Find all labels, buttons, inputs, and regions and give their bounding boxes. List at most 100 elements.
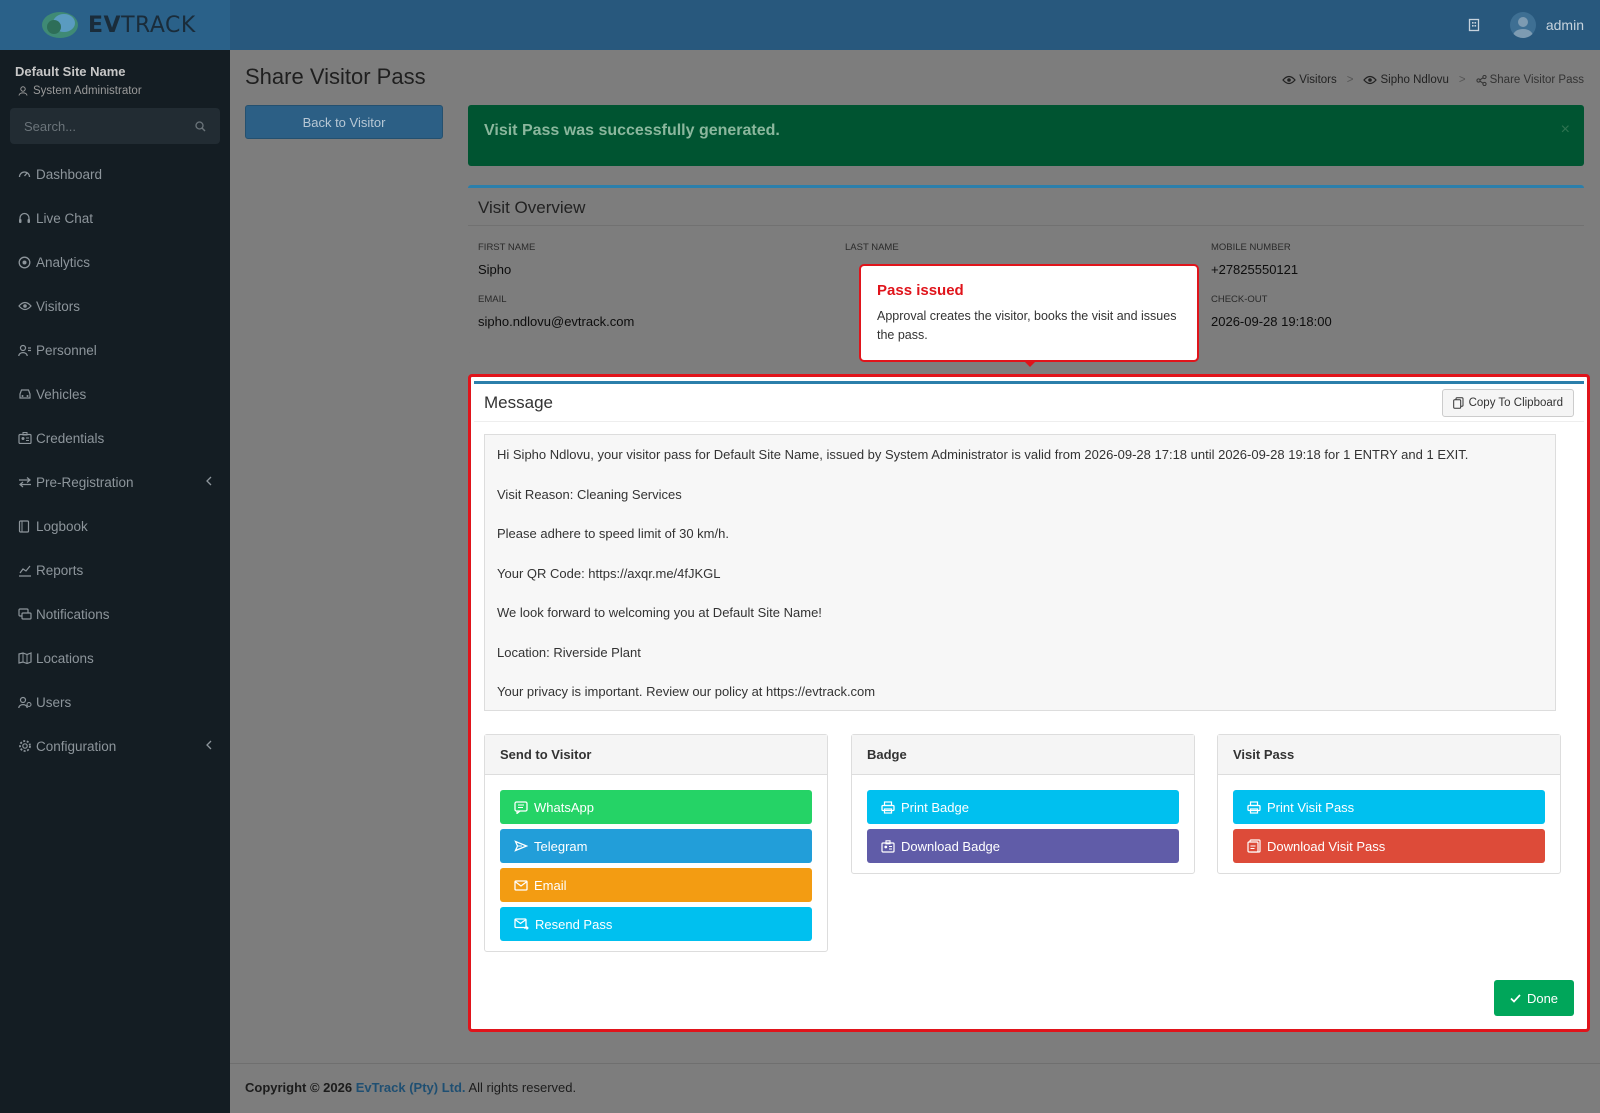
card-title: Visit Pass <box>1218 735 1560 775</box>
message-line: We look forward to welcoming you at Defa… <box>497 605 822 620</box>
check-icon <box>1510 993 1521 1003</box>
alert-message: Visit Pass was successfully generated. <box>484 122 780 139</box>
sidebar-item-label: Personnel <box>36 342 97 358</box>
logo-icon <box>40 9 82 41</box>
breadcrumb-visitors[interactable]: Visitors <box>1282 74 1337 86</box>
chevron-left-icon[interactable] <box>206 476 212 486</box>
sidebar-item-label: Configuration <box>36 738 117 754</box>
visit-pass-card: Visit Pass Print Visit Pass Download Visi… <box>1217 734 1561 874</box>
search-icon[interactable] <box>195 120 206 132</box>
user-icon <box>18 86 28 96</box>
sidebar-item-notifications[interactable]: Notifications <box>0 592 230 636</box>
send-to-visitor-card: Send to Visitor WhatsApp Telegram Email Res… <box>484 734 828 952</box>
back-to-visitor-button[interactable]: Back to Visitor <box>245 105 443 139</box>
chevron-left-icon[interactable] <box>206 740 212 750</box>
eye-icon <box>1282 75 1297 85</box>
personnel-icon <box>18 344 36 357</box>
footer-brand-link[interactable]: EvTrack (Pty) Ltd. <box>356 1080 466 1095</box>
dashboard-icon <box>18 168 36 181</box>
sidebar-item-logbook[interactable]: Logbook <box>0 504 230 548</box>
headset-icon <box>18 212 36 225</box>
sidebar-item-credentials[interactable]: Credentials <box>0 416 230 460</box>
checkout-value: 2026-09-28 19:18:00 <box>1211 314 1332 329</box>
pdf-icon <box>1247 839 1261 853</box>
sidebar-item-reports[interactable]: Reports <box>0 548 230 592</box>
chat-icon <box>514 800 528 814</box>
message-panel: Message Copy To Clipboard Hi Sipho Ndlov… <box>468 374 1590 1032</box>
last-name-label: LAST NAME <box>845 242 899 253</box>
building-icon[interactable] <box>1468 18 1480 32</box>
first-name-value: Sipho <box>478 262 512 277</box>
eye-icon <box>18 301 36 311</box>
sidebar-item-users[interactable]: Users <box>0 680 230 724</box>
message-title: Message <box>484 392 553 412</box>
chart-icon <box>18 564 36 577</box>
sidebar-item-dashboard[interactable]: Dashboard <box>0 152 230 196</box>
card-title: Send to Visitor <box>485 735 827 775</box>
message-text[interactable]: Hi Sipho Ndlovu, your visitor pass for D… <box>484 434 1556 711</box>
message-line: Visit Reason: Cleaning Services <box>497 486 682 502</box>
message-line: Hi Sipho Ndlovu, your visitor pass for D… <box>497 447 1469 462</box>
sidebar-item-analytics[interactable]: Analytics <box>0 240 230 284</box>
sidebar-item-visitors[interactable]: Visitors <box>0 284 230 328</box>
sidebar-item-label: Visitors <box>36 298 81 314</box>
sidebar-item-label: Users <box>36 694 72 710</box>
checkout-label: CHECK-OUT <box>1211 294 1268 305</box>
mail-icon <box>514 879 528 891</box>
send-icon <box>514 840 528 852</box>
sidebar-item-configuration[interactable]: Configuration <box>0 724 230 768</box>
mobile-value: +27825550121 <box>1211 262 1299 277</box>
breadcrumb: Visitors > Sipho Ndlovu > Share Visitor … <box>1282 74 1584 86</box>
page-title: Share Visitor Pass <box>245 64 426 89</box>
copy-icon <box>1452 396 1464 409</box>
sidebar-item-personnel[interactable]: Personnel <box>0 328 230 372</box>
logo[interactable]: EVTRACK <box>0 0 230 50</box>
sidebar-search-input[interactable]: Search... <box>10 108 220 144</box>
sidebar-item-label: Notifications <box>36 606 110 622</box>
breadcrumb-visitor-name[interactable]: Sipho Ndlovu <box>1363 74 1449 86</box>
top-bar: EVTRACK admin <box>0 0 1600 50</box>
print-visit-pass-button[interactable]: Print Visit Pass <box>1233 790 1545 824</box>
email-label: EMAIL <box>478 294 507 305</box>
book-icon <box>18 519 36 533</box>
success-alert: Visit Pass was successfully generated. × <box>468 105 1584 166</box>
sidebar-item-label: Reports <box>36 562 84 578</box>
car-icon <box>18 388 36 400</box>
user-menu[interactable]: admin <box>1509 12 1584 38</box>
email-button[interactable]: Email <box>500 868 812 902</box>
sidebar-item-locations[interactable]: Locations <box>0 636 230 680</box>
share-icon <box>1476 74 1487 86</box>
printer-icon <box>881 800 895 814</box>
user-name: admin <box>1545 17 1584 33</box>
first-name-label: FIRST NAME <box>478 242 536 253</box>
sidebar-item-pre-registration[interactable]: Pre-Registration <box>0 460 230 504</box>
gear-icon <box>18 739 36 753</box>
close-icon[interactable]: × <box>1561 121 1570 139</box>
id-card-icon <box>18 432 36 444</box>
resend-pass-button[interactable]: Resend Pass <box>500 907 812 941</box>
sidebar-item-label: Credentials <box>36 430 105 446</box>
users-icon <box>18 696 36 709</box>
done-button[interactable]: Done <box>1494 980 1574 1016</box>
tooltip-title: Pass issued <box>877 282 964 299</box>
whatsapp-button[interactable]: WhatsApp <box>500 790 812 824</box>
sidebar-item-label: Vehicles <box>36 386 87 402</box>
sidebar-item-vehicles[interactable]: Vehicles <box>0 372 230 416</box>
user-role: System Administrator <box>33 85 142 97</box>
mail-forward-icon <box>514 918 529 930</box>
download-badge-button[interactable]: Download Badge <box>867 829 1179 863</box>
message-line: Location: Riverside Plant <box>497 644 641 660</box>
sidebar-item-live-chat[interactable]: Live Chat <box>0 196 230 240</box>
print-badge-button[interactable]: Print Badge <box>867 790 1179 824</box>
sidebar-item-label: Pre-Registration <box>36 474 134 490</box>
sidebar: Default Site Name System Administrator S… <box>0 50 230 1113</box>
telegram-button[interactable]: Telegram <box>500 829 812 863</box>
sidebar-item-label: Locations <box>36 650 94 666</box>
visit-overview-title: Visit Overview <box>468 188 1584 226</box>
breadcrumb-current: Share Visitor Pass <box>1476 74 1584 86</box>
printer-icon <box>1247 800 1261 814</box>
sidebar-item-label: Analytics <box>36 254 91 270</box>
download-visit-pass-button[interactable]: Download Visit Pass <box>1233 829 1545 863</box>
copy-to-clipboard-button[interactable]: Copy To Clipboard <box>1441 388 1574 417</box>
user-avatar <box>1509 12 1536 38</box>
